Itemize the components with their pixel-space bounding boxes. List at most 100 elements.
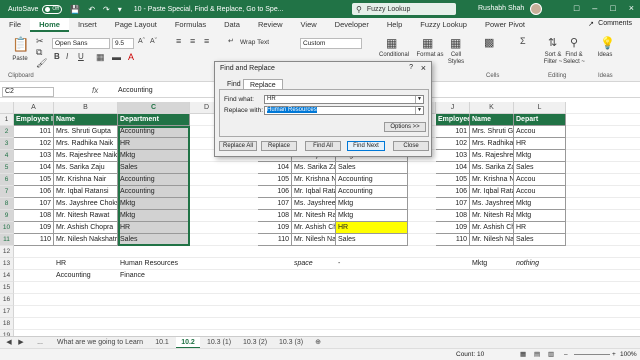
row-header[interactable]: 16: [0, 294, 14, 306]
chevron-down-icon[interactable]: ▼: [415, 96, 423, 103]
paste-icon[interactable]: 📋: [12, 36, 29, 53]
cell-g13[interactable]: space: [292, 258, 336, 270]
cell-c13[interactable]: Human Resources: [118, 258, 190, 270]
table1-name[interactable]: Mr. Nilesh Nakshatra: [54, 234, 118, 246]
zoom-in-icon[interactable]: +: [612, 349, 616, 360]
share-icon[interactable]: ↗: [588, 20, 594, 28]
tab-page-layout[interactable]: Page Layout: [106, 18, 166, 32]
table1-id[interactable]: 103: [14, 150, 54, 162]
table1-name[interactable]: Ms. Sarika Zaju: [54, 162, 118, 174]
row-header[interactable]: 17: [0, 306, 14, 318]
table3-header[interactable]: Name: [470, 114, 514, 126]
insert-cells-icon[interactable]: ▩: [484, 36, 494, 49]
tab-formulas[interactable]: Formulas: [166, 18, 215, 32]
zoom-out-icon[interactable]: –: [564, 349, 568, 360]
table1-name[interactable]: Mrs. Shruti Gupta: [54, 126, 118, 138]
table3-dept[interactable]: Accou: [514, 186, 566, 198]
table1-id[interactable]: 104: [14, 162, 54, 174]
table2-name[interactable]: Mr. Ashish Chopra: [292, 222, 336, 234]
table2-id[interactable]: 107: [258, 198, 292, 210]
ideas-label[interactable]: Ideas: [594, 52, 616, 59]
table3-name[interactable]: Mr. Ashish Chopra: [470, 222, 514, 234]
dialog-close-icon[interactable]: ×: [421, 63, 426, 73]
tab-help[interactable]: Help: [378, 18, 411, 32]
font-color-icon[interactable]: A: [128, 52, 134, 62]
tab-view[interactable]: View: [292, 18, 326, 32]
conditional-formatting-icon[interactable]: ▦: [386, 36, 397, 50]
styles-label[interactable]: Styles: [444, 59, 468, 66]
row-header[interactable]: 6: [0, 174, 14, 186]
tab-insert[interactable]: Insert: [69, 18, 106, 32]
tab-data[interactable]: Data: [215, 18, 249, 32]
column-header-c[interactable]: C: [118, 102, 190, 114]
fill-color-icon[interactable]: ▬: [112, 52, 121, 62]
table1-header[interactable]: Employee ID: [14, 114, 54, 126]
table3-id[interactable]: 102: [436, 138, 470, 150]
options-button[interactable]: Options >>: [384, 122, 426, 132]
table1-name[interactable]: Mrs. Radhika Naik: [54, 138, 118, 150]
table1-name[interactable]: Mr. Krishna Nair: [54, 174, 118, 186]
font-size-select[interactable]: 9.5: [112, 38, 134, 49]
row-header[interactable]: 14: [0, 270, 14, 282]
ideas-icon[interactable]: 💡: [600, 36, 615, 50]
replace-all-button[interactable]: Replace All: [219, 141, 257, 151]
cell-m13[interactable]: nothing: [514, 258, 566, 270]
row-header[interactable]: 12: [0, 246, 14, 258]
align-bottom-icon[interactable]: ≡: [204, 36, 209, 46]
table3-id[interactable]: 106: [436, 186, 470, 198]
cell-label[interactable]: Cell: [444, 52, 468, 59]
page-break-view-icon[interactable]: ▥: [548, 349, 554, 360]
table1-name[interactable]: Mr. Nitesh Rawat: [54, 210, 118, 222]
row-header[interactable]: 5: [0, 162, 14, 174]
column-header-k[interactable]: K: [470, 102, 514, 114]
bold-icon[interactable]: B: [54, 52, 60, 61]
table2-name[interactable]: Ms. Jayshree Choksi: [292, 198, 336, 210]
replace-with-input[interactable]: Human Resources ▼: [264, 106, 424, 115]
zoom-level[interactable]: 100%: [620, 349, 637, 360]
italic-icon[interactable]: I: [66, 52, 68, 61]
table1-name[interactable]: Mr. Iqbal Ratansi: [54, 186, 118, 198]
close-icon[interactable]: ×: [629, 3, 634, 13]
table3-header[interactable]: Depart: [514, 114, 566, 126]
select-label[interactable]: Select ~: [562, 59, 586, 66]
table1-name[interactable]: Mr. Ashish Chopra: [54, 222, 118, 234]
sort-filter-icon[interactable]: ⇅: [548, 36, 557, 49]
tab-review[interactable]: Review: [249, 18, 292, 32]
comments-button[interactable]: Comments: [598, 20, 632, 27]
table3-name[interactable]: Ms. Rajeshree Naik: [470, 150, 514, 162]
row-header[interactable]: 3: [0, 138, 14, 150]
user-name[interactable]: Rushabh Shah: [478, 5, 524, 12]
cell-styles-icon[interactable]: ▦: [450, 36, 461, 50]
table2-name[interactable]: Mr. Nilesh Nakshatra: [292, 234, 336, 246]
table2-name[interactable]: Ms. Sarika Zaju: [292, 162, 336, 174]
ribbon-display-icon[interactable]: □: [574, 3, 579, 13]
table3-dept[interactable]: HR: [514, 138, 566, 150]
find-label[interactable]: Find &: [562, 52, 586, 59]
cell-b13[interactable]: HR: [54, 258, 118, 270]
table3-id[interactable]: 107: [436, 198, 470, 210]
table3-dept[interactable]: Accou: [514, 174, 566, 186]
font-name-select[interactable]: Open Sans: [52, 38, 110, 49]
table3-id[interactable]: 105: [436, 174, 470, 186]
redo-icon[interactable]: ↷: [103, 5, 110, 14]
table1-id[interactable]: 106: [14, 186, 54, 198]
table3-dept[interactable]: Accou: [514, 126, 566, 138]
table1-name[interactable]: Ms. Rajeshree Naik: [54, 150, 118, 162]
row-header[interactable]: 8: [0, 198, 14, 210]
chevron-down-icon[interactable]: ▼: [415, 107, 423, 114]
grow-font-icon[interactable]: Aˆ: [138, 38, 145, 45]
table3-name[interactable]: Mrs. Radhika Naik: [470, 138, 514, 150]
row-header[interactable]: 13: [0, 258, 14, 270]
cell-b14[interactable]: Accounting: [54, 270, 118, 282]
table2-id[interactable]: 109: [258, 222, 292, 234]
row-header[interactable]: 11: [0, 234, 14, 246]
zoom-slider[interactable]: [574, 354, 610, 355]
table2-id[interactable]: 110: [258, 234, 292, 246]
replace-button[interactable]: Replace: [261, 141, 297, 151]
tab-power-pivot[interactable]: Power Pivot: [476, 18, 534, 32]
table2-dept[interactable]: Accounting: [336, 186, 408, 198]
table2-dept[interactable]: Mktg: [336, 210, 408, 222]
column-header-j[interactable]: J: [436, 102, 470, 114]
format-as-label[interactable]: Format as: [414, 52, 446, 59]
row-header[interactable]: 9: [0, 210, 14, 222]
